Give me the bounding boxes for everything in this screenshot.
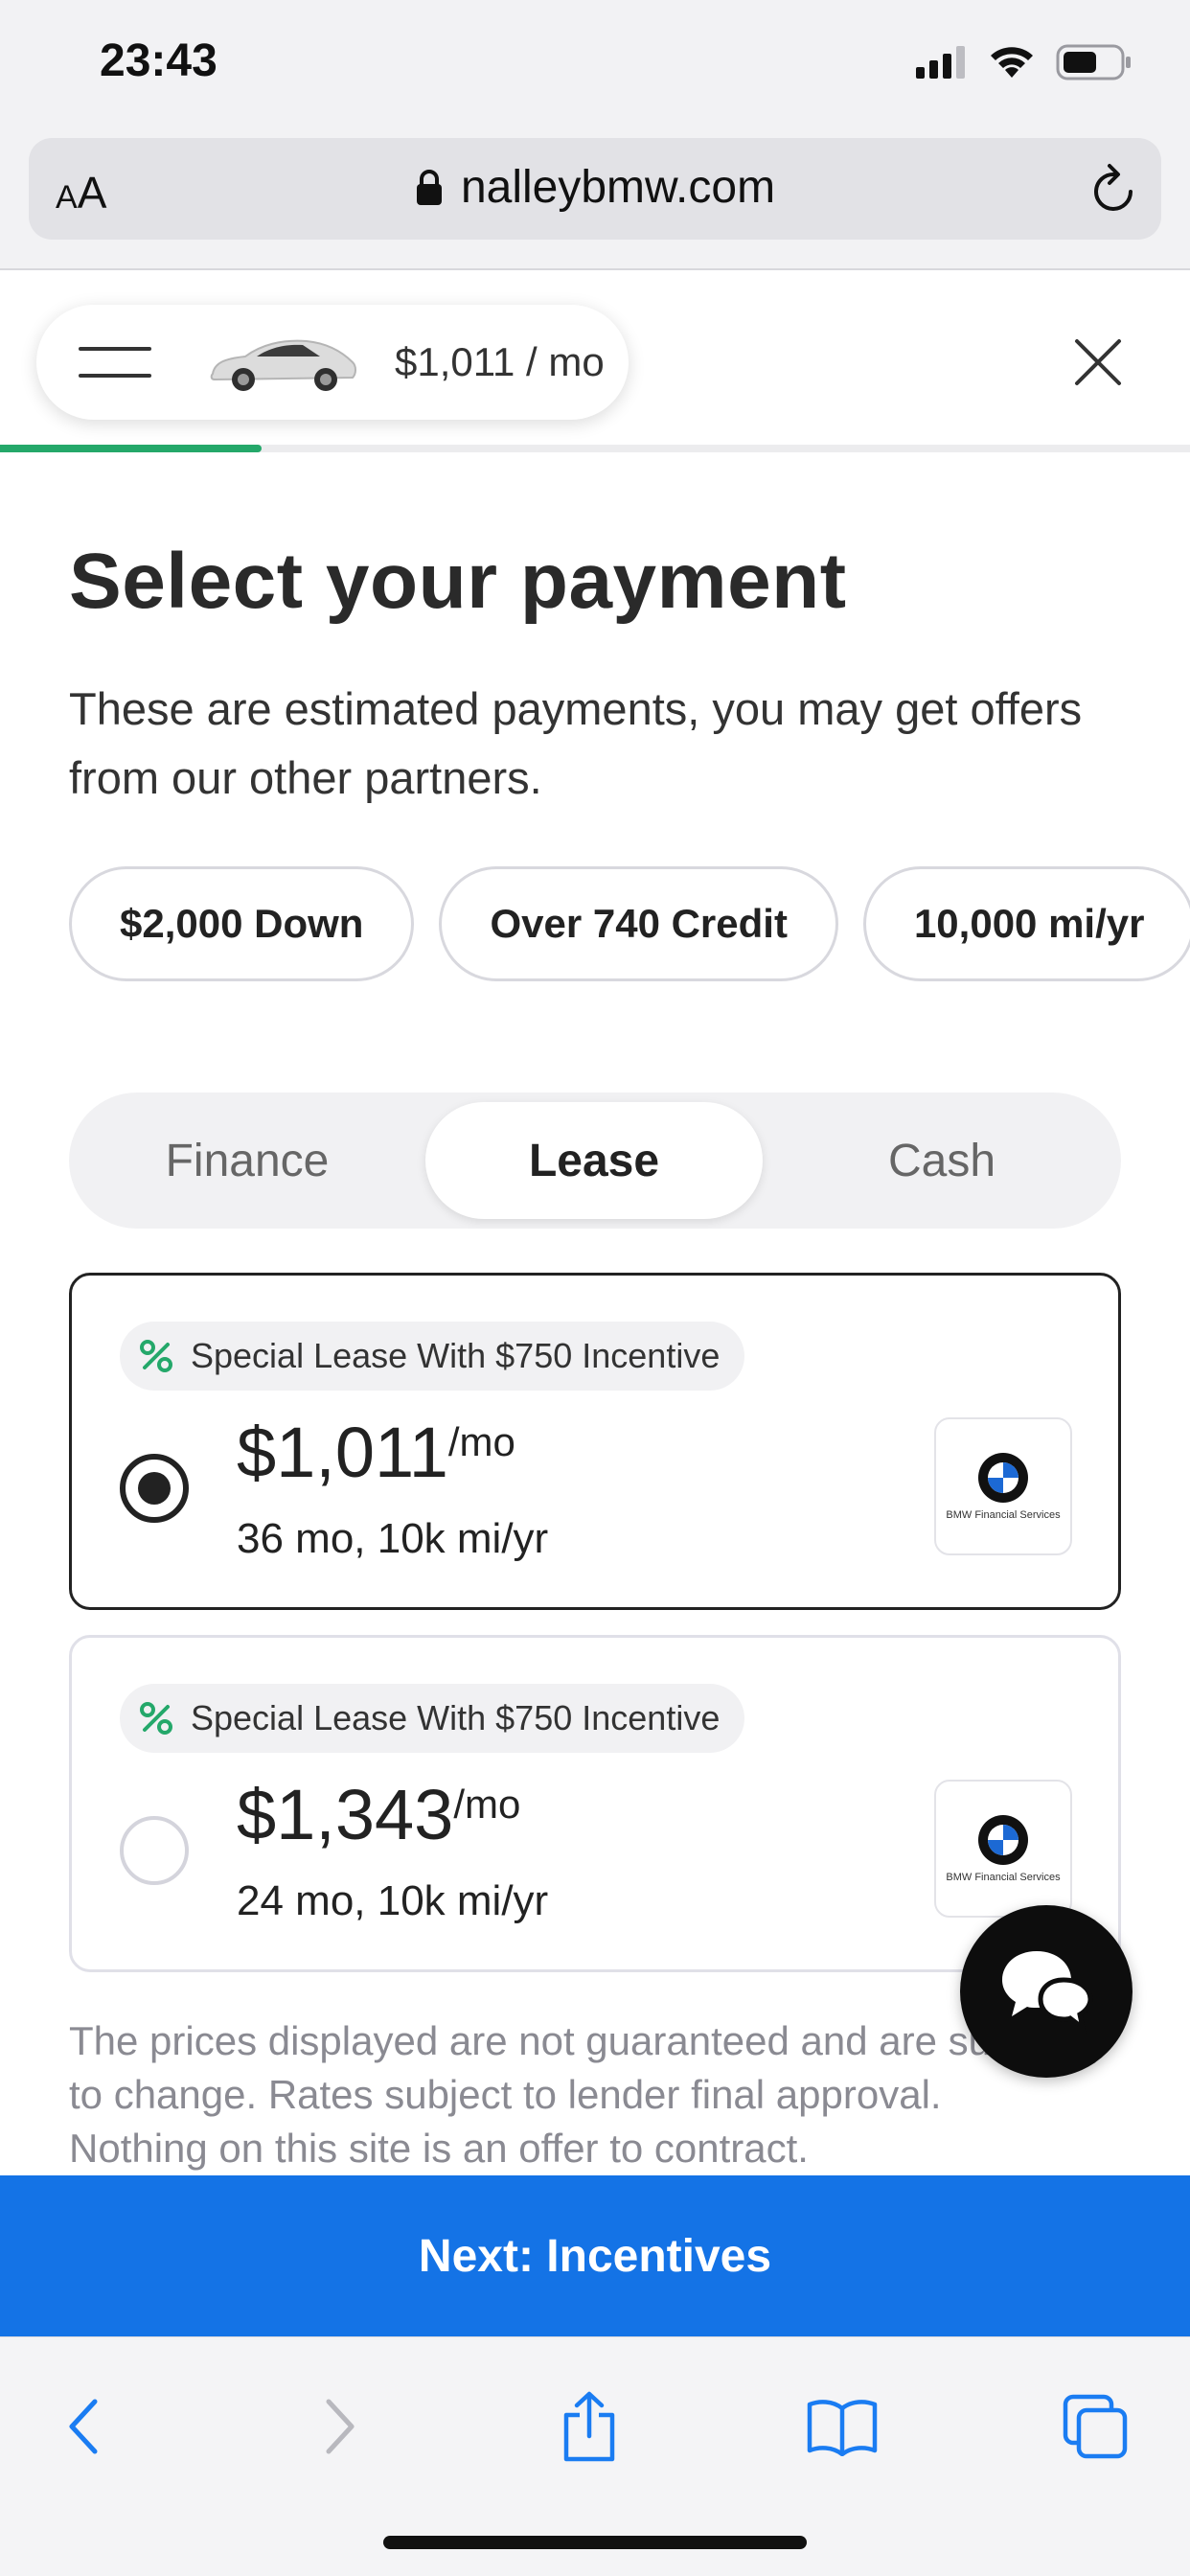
percent-tag-icon <box>140 1340 172 1372</box>
progress-bar <box>0 445 1190 452</box>
lender-logo: BMW Financial Services <box>934 1417 1072 1555</box>
mileage-chip[interactable]: 10,000 mi/yr <box>862 866 1190 981</box>
address-bar[interactable]: AA nalleybmw.com <box>29 138 1161 240</box>
wifi-icon <box>991 47 1033 78</box>
monthly-summary: $1,011 / mo <box>395 339 605 384</box>
page-subtitle: These are estimated payments, you may ge… <box>69 683 1083 803</box>
browser-chrome: AA nalleybmw.com <box>0 134 1190 270</box>
url-text: nalleybmw.com <box>460 162 776 213</box>
lock-icon <box>416 169 442 205</box>
lease-terms: 36 mo, 10k mi/yr <box>237 1515 549 1562</box>
tab-lease[interactable]: Lease <box>425 1102 763 1219</box>
lender-logo: BMW Financial Services <box>934 1780 1072 1918</box>
car-thumbnail <box>210 339 356 391</box>
lender-name: BMW Financial Services <box>946 1872 1061 1883</box>
status-icons <box>916 44 1133 80</box>
tab-cash[interactable]: Cash <box>763 1102 1121 1219</box>
monthly-price: $1,343/mo <box>237 1775 521 1854</box>
payment-option-2[interactable]: Special Lease With $750 Incentive $1,343… <box>69 1635 1121 1972</box>
lender-name: BMW Financial Services <box>946 1509 1061 1521</box>
tabs-icon <box>1063 2394 1128 2459</box>
down-payment-chip[interactable]: $2,000 Down <box>69 866 415 981</box>
status-bar: 23:43 <box>0 0 1190 134</box>
home-indicator <box>383 2536 807 2549</box>
tabs-button[interactable] <box>1052 2383 1138 2470</box>
monthly-price: $1,011/mo <box>237 1413 515 1492</box>
badge-label: Special Lease With $750 Incentive <box>191 1698 721 1737</box>
reload-button[interactable] <box>1088 161 1140 221</box>
back-button[interactable] <box>40 2383 126 2470</box>
share-icon <box>563 2391 615 2462</box>
incentive-badge: Special Lease With $750 Incentive <box>120 1322 745 1391</box>
lease-terms: 24 mo, 10k mi/yr <box>237 1877 549 1924</box>
incentive-badge: Special Lease With $750 Incentive <box>120 1684 745 1753</box>
radio-selected[interactable] <box>120 1454 189 1523</box>
radio-unselected[interactable] <box>120 1816 189 1885</box>
battery-icon <box>1056 44 1131 80</box>
payment-type-tabs: Finance Lease Cash <box>69 1092 1121 1229</box>
chat-bubbles-icon <box>1002 1951 1093 2035</box>
payment-option-1[interactable]: Special Lease With $750 Incentive $1,011… <box>69 1273 1121 1610</box>
progress-fill <box>0 445 263 452</box>
share-button[interactable] <box>546 2383 632 2470</box>
vehicle-summary-pill[interactable]: $1,011 / mo <box>36 305 629 420</box>
percent-tag-icon <box>140 1702 172 1735</box>
forward-icon <box>326 2399 355 2454</box>
close-icon <box>1075 339 1121 385</box>
bmw-logo-icon <box>978 1453 1028 1503</box>
menu-icon[interactable] <box>79 341 151 383</box>
reload-icon <box>1094 164 1133 211</box>
pricing-disclaimer: The prices displayed are not guaranteed … <box>69 2018 1076 2171</box>
next-incentives-button[interactable]: Next: Incentives <box>0 2175 1190 2336</box>
cellular-signal-icon <box>916 46 965 79</box>
credit-score-chip[interactable]: Over 740 Credit <box>439 866 838 981</box>
back-icon <box>69 2399 98 2454</box>
chat-button[interactable] <box>960 1905 1133 2078</box>
badge-label: Special Lease With $750 Incentive <box>191 1336 721 1375</box>
close-button[interactable] <box>1071 335 1125 394</box>
tab-finance[interactable]: Finance <box>69 1102 425 1219</box>
status-time: 23:43 <box>100 35 217 86</box>
bookmarks-button[interactable] <box>799 2383 885 2470</box>
forward-button[interactable] <box>297 2383 383 2470</box>
bmw-logo-icon <box>978 1815 1028 1865</box>
filter-chips: $2,000 Down Over 740 Credit 10,000 mi/yr <box>69 866 1190 981</box>
page-title: Select your payment <box>69 538 847 625</box>
bookmarks-icon <box>807 2400 878 2456</box>
